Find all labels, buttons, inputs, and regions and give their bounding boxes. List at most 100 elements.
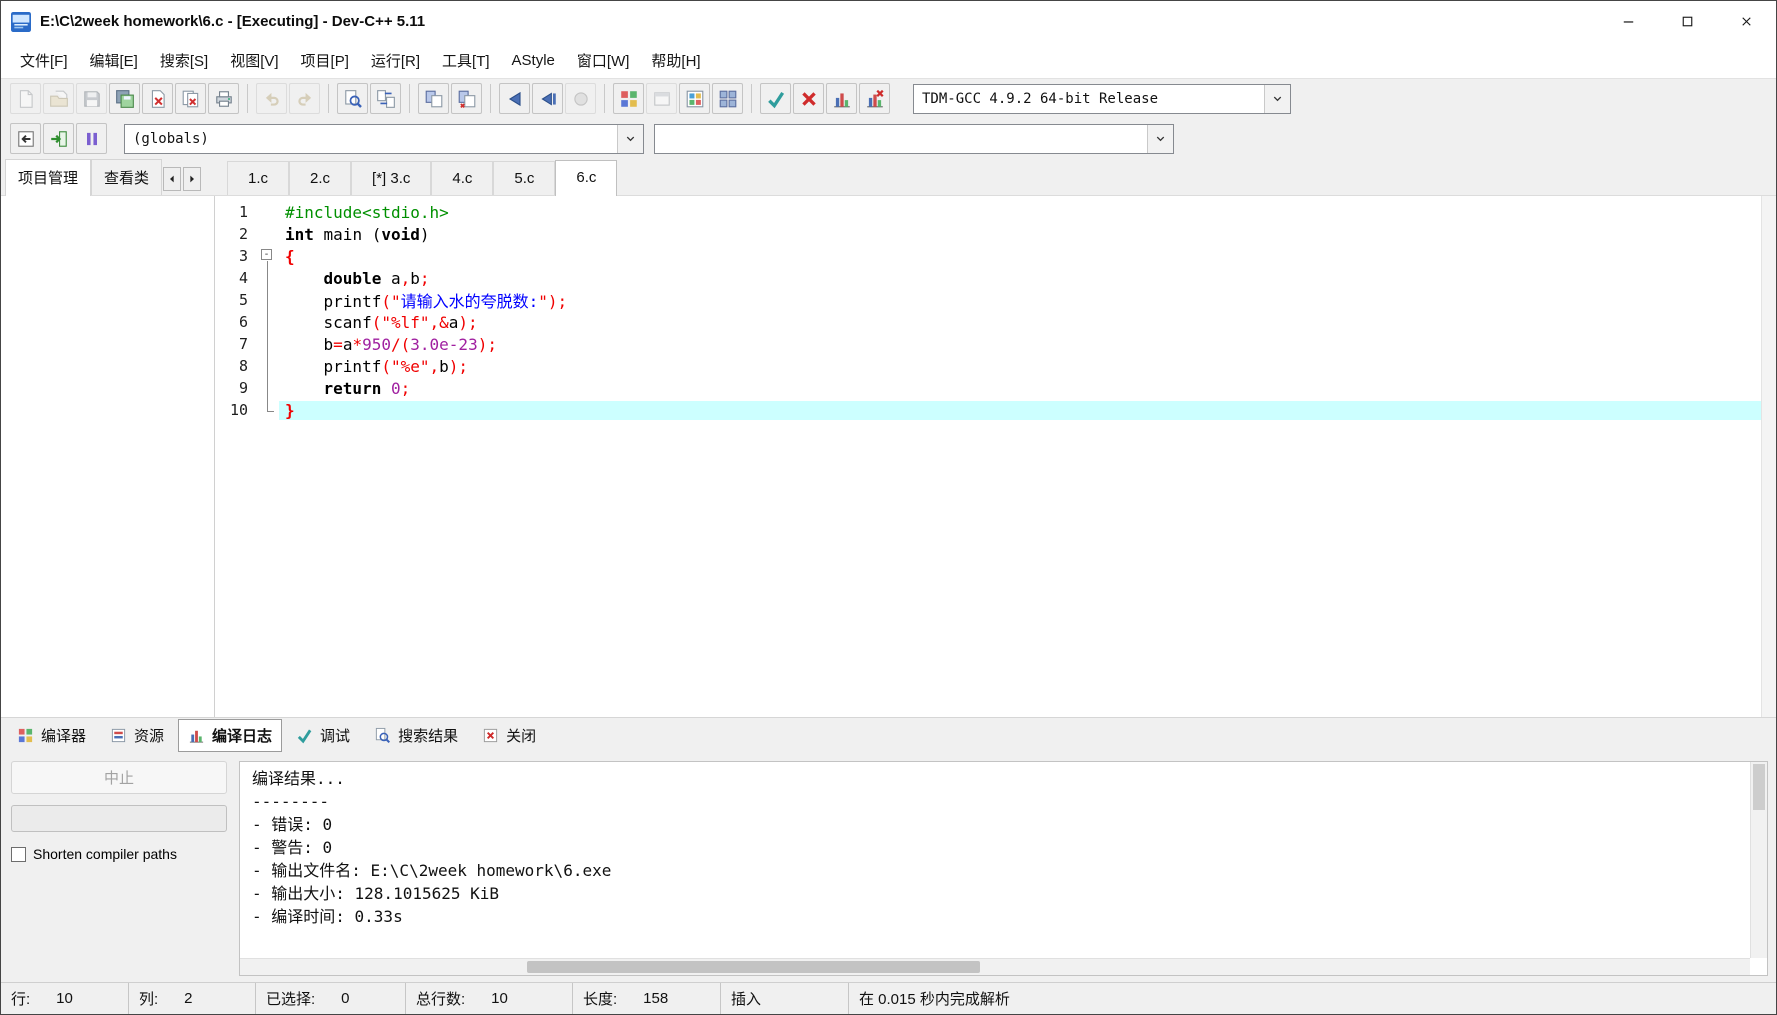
close-button[interactable] — [1717, 1, 1776, 42]
code-line-7[interactable]: 7 b=a*950/(3.0e-23); — [215, 333, 1761, 355]
editor-scrollbar[interactable] — [1761, 196, 1776, 717]
rebuild-button[interactable] — [451, 83, 482, 114]
code-line-2[interactable]: 2 int main (void) — [215, 223, 1761, 245]
editor-tab-5.c[interactable]: 5.c — [493, 161, 556, 195]
run-icon — [505, 89, 525, 109]
code-text: #include<stdio.h> — [285, 202, 449, 222]
open-file-button[interactable] — [43, 83, 74, 114]
line-number: 6 — [238, 313, 248, 331]
new-file-button[interactable] — [10, 83, 41, 114]
editor-tab-4.c[interactable]: 4.c — [431, 161, 494, 195]
shorten-paths-option[interactable]: Shorten compiler paths — [11, 846, 227, 862]
code-line-4[interactable]: 4 double a,b; — [215, 267, 1761, 289]
app-icon — [11, 11, 31, 32]
tabs-scroll-right-button[interactable] — [183, 167, 202, 191]
menu-tools[interactable]: 工具[T] — [431, 44, 501, 77]
menu-search[interactable]: 搜索[S] — [149, 44, 219, 77]
output-tab-close-panel[interactable]: 关闭 — [472, 719, 546, 752]
find-button[interactable] — [337, 83, 368, 114]
code-line-9[interactable]: 9 return 0; — [215, 377, 1761, 399]
output-tab-label: 编译器 — [41, 728, 87, 745]
goto-definition-button[interactable] — [43, 123, 74, 154]
save-all-button[interactable] — [109, 83, 140, 114]
tab-class-browser[interactable]: 查看类 — [91, 159, 163, 195]
jump-back-button[interactable] — [10, 123, 41, 154]
line-number: 5 — [238, 291, 248, 309]
menu-project[interactable]: 项目[P] — [290, 44, 360, 77]
code-line-6[interactable]: 6 scanf("%lf",&a); — [215, 311, 1761, 333]
shorten-paths-checkbox[interactable] — [11, 846, 26, 862]
delete-profile-button[interactable] — [859, 83, 890, 114]
profile-button[interactable] — [826, 83, 857, 114]
fold-collapse-icon[interactable]: - — [261, 249, 272, 260]
abort-button[interactable] — [793, 83, 824, 114]
editor-tab-1.c[interactable]: 1.c — [227, 161, 290, 195]
maximize-button[interactable] — [1658, 1, 1717, 42]
output-tab-compile-log[interactable]: 编译日志 — [178, 719, 283, 752]
status-label: 总行数: — [416, 991, 466, 1008]
project-options-button[interactable] — [679, 83, 710, 114]
close-project-button[interactable] — [646, 83, 677, 114]
debug-button[interactable] — [760, 83, 791, 114]
scrollbar-thumb[interactable] — [1753, 764, 1765, 810]
compile-run-button[interactable] — [532, 83, 563, 114]
menu-edit[interactable]: 编辑[E] — [79, 44, 149, 77]
log-vertical-scrollbar[interactable] — [1750, 762, 1767, 958]
close-project-icon — [652, 89, 672, 109]
save-button[interactable] — [76, 83, 107, 114]
output-tab-compiler[interactable]: 编译器 — [7, 719, 96, 752]
log-line: -------- — [252, 792, 330, 811]
output-tab-debug-tab[interactable]: 调试 — [286, 719, 360, 752]
output-tab-search-results[interactable]: 搜索结果 — [364, 719, 468, 752]
code-line-5[interactable]: 5 printf("请输入水的夸脱数:"); — [215, 289, 1761, 311]
code-line-8[interactable]: 8 printf("%e",b); — [215, 355, 1761, 377]
close-all-button[interactable] — [175, 83, 206, 114]
window-layout-button[interactable] — [712, 83, 743, 114]
compile-button[interactable] — [418, 83, 449, 114]
close-file-button[interactable] — [142, 83, 173, 114]
new-project-button[interactable] — [613, 83, 644, 114]
tab-project-manager[interactable]: 项目管理 — [5, 159, 92, 196]
editor-tab-2.c[interactable]: 2.c — [289, 161, 352, 195]
chevron-down-icon — [1271, 92, 1284, 105]
compiler-select[interactable]: TDM-GCC 4.9.2 64-bit Release — [913, 83, 1291, 114]
print-button[interactable] — [208, 83, 239, 114]
code-line-1[interactable]: 1 #include<stdio.h> — [215, 201, 1761, 223]
run-button[interactable] — [499, 83, 530, 114]
menu-window[interactable]: 窗口[W] — [566, 44, 641, 77]
menu-run[interactable]: 运行[R] — [360, 44, 431, 77]
toolbar-separator — [604, 84, 605, 113]
line-number: 9 — [238, 379, 248, 397]
menu-astyle[interactable]: AStyle — [501, 46, 566, 75]
abort-button[interactable]: 中止 — [11, 761, 227, 794]
compile-icon — [424, 89, 444, 109]
log-horizontal-scrollbar[interactable] — [240, 958, 1750, 975]
menu-help[interactable]: 帮助[H] — [640, 44, 711, 77]
compiler-select-arrow[interactable] — [1264, 84, 1290, 113]
menu-file[interactable]: 文件[F] — [9, 44, 79, 77]
code-text: return 0; — [323, 378, 411, 398]
replace-button[interactable] — [370, 83, 401, 114]
code-area[interactable]: 1 #include<stdio.h> 2 int main (void) 3 - {4 d… — [215, 196, 1761, 717]
editor-tab-6.c[interactable]: 6.c — [555, 160, 618, 196]
globals-select[interactable]: (globals) — [124, 123, 644, 154]
output-tab-resources[interactable]: 资源 — [100, 719, 174, 752]
replace-icon — [376, 89, 396, 109]
members-select-arrow[interactable] — [1147, 124, 1173, 153]
undo-button[interactable] — [256, 83, 287, 114]
editor-tab-3.c[interactable]: [*] 3.c — [351, 161, 432, 195]
pause-button[interactable] — [565, 83, 596, 114]
tabs-scroll-left-button[interactable] — [163, 167, 182, 191]
scrollbar-thumb[interactable] — [526, 961, 980, 973]
fold-margin[interactable]: - — [257, 245, 279, 267]
minimize-button[interactable] — [1599, 1, 1658, 42]
code-line-3[interactable]: 3 - { — [215, 245, 1761, 267]
code-line-10[interactable]: 10} — [215, 399, 1761, 421]
globals-select-arrow[interactable] — [617, 124, 643, 153]
pause-program-button[interactable] — [76, 123, 107, 154]
compile-controls: 中止 Shorten compiler paths — [11, 761, 227, 976]
shorten-paths-label: Shorten compiler paths — [33, 846, 177, 862]
members-select[interactable] — [654, 123, 1174, 154]
menu-view[interactable]: 视图[V] — [219, 44, 289, 77]
redo-button[interactable] — [289, 83, 320, 114]
